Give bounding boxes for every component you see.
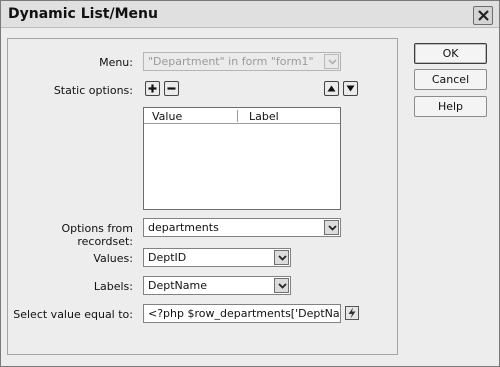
select-value-input[interactable]: <?php $row_departments['DeptName'] ? [143,304,341,323]
move-down-button[interactable] [343,81,358,96]
table-header: Value Label [144,108,340,124]
minus-icon [167,87,176,90]
plus-icon [148,84,157,93]
select-value-text: <?php $row_departments['DeptName'] ? [148,307,340,320]
close-button[interactable] [473,6,493,25]
help-button[interactable]: Help [414,96,487,117]
chevron-down-icon [278,255,287,261]
values-select[interactable]: DeptID [143,248,291,267]
triangle-down-icon [346,85,355,92]
triangle-up-icon [327,85,336,92]
column-header-label[interactable]: Label [249,110,279,123]
select-value-label: Select value equal to: [13,308,133,321]
menu-label: Menu: [99,56,133,69]
static-options-table[interactable]: Value Label [143,107,341,210]
recordset-value: departments [148,221,219,234]
values-label: Values: [93,252,133,265]
values-dropdown-arrow[interactable] [274,250,289,265]
title-bar: Dynamic List/Menu [1,1,499,28]
close-icon [478,10,489,21]
dynamic-data-icon[interactable] [345,306,359,320]
move-up-button[interactable] [324,81,339,96]
recordset-label: Options from recordset: [61,222,133,248]
dialog-window: Dynamic List/Menu Menu: "Department" in … [0,0,500,367]
labels-label: Labels: [93,280,133,293]
column-divider [237,110,238,122]
add-option-button[interactable] [145,81,160,96]
static-options-label: Static options: [53,84,133,97]
labels-value: DeptName [148,279,207,292]
dialog-title: Dynamic List/Menu [8,6,158,22]
labels-dropdown-arrow[interactable] [274,278,289,293]
values-value: DeptID [148,251,187,264]
labels-select[interactable]: DeptName [143,276,291,295]
menu-dropdown-arrow [324,54,339,69]
remove-option-button[interactable] [164,81,179,96]
recordset-dropdown-arrow[interactable] [324,220,339,235]
menu-select: "Department" in form "form1" [143,52,341,71]
chevron-down-icon [278,283,287,289]
menu-value: "Department" in form "form1" [148,55,314,68]
chevron-down-icon [328,225,337,231]
cancel-button[interactable]: Cancel [414,69,487,90]
column-header-value[interactable]: Value [152,110,182,123]
recordset-select[interactable]: departments [143,218,341,237]
chevron-down-icon [328,59,337,65]
ok-button[interactable]: OK [414,43,487,64]
